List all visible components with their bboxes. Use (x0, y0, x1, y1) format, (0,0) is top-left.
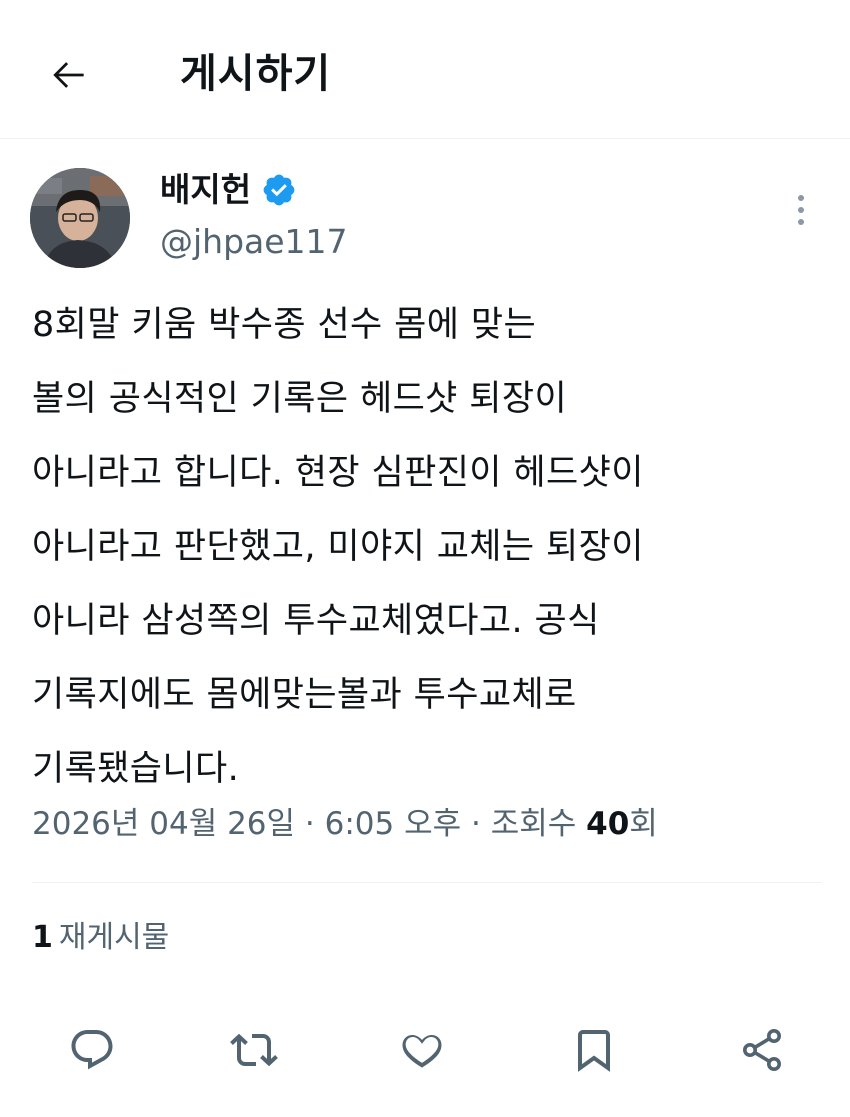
retweet-icon (230, 1033, 278, 1067)
tweet-text: 8회말 키움 박수종 선수 몸에 맞는 볼의 공식적인 기록은 헤드샷 퇴장이 … (32, 288, 822, 806)
reposts-link[interactable]: 1 재게시물 (32, 914, 169, 962)
tweet-text-line: 8회말 키움 박수종 선수 몸에 맞는 (32, 305, 537, 345)
tweet-text-line: 아니라 삼성쪽의 투수교체였다고. 공식 (32, 601, 600, 641)
author-name-row[interactable]: 배지헌 (160, 168, 297, 212)
tweet-date: 2026년 04월 26일 (32, 806, 296, 842)
tweet-text-line: 기록됐습니다. (32, 749, 240, 789)
meta-divider (32, 882, 822, 883)
tweet-text-line: 볼의 공식적인 기록은 헤드샷 퇴장이 (32, 379, 568, 419)
bookmark-button[interactable] (566, 1022, 622, 1078)
views-label: 조회수 (490, 806, 577, 842)
like-button[interactable] (394, 1022, 450, 1078)
tweet-meta: 2026년 04월 26일 · 6:05 오후 · 조회수 40회 (32, 800, 658, 848)
author-name: 배지헌 (160, 170, 252, 209)
meta-separator: · (461, 806, 491, 842)
meta-separator: · (295, 806, 325, 842)
retweet-button[interactable] (226, 1022, 282, 1078)
share-icon (743, 1029, 781, 1071)
more-vertical-icon (798, 195, 804, 225)
tweet-time: 6:05 오후 (324, 806, 462, 842)
views-unit: 회 (629, 806, 658, 842)
page-title: 게시하기 (180, 51, 332, 97)
top-app-bar: 게시하기 (0, 0, 850, 140)
reposts-count: 1 (32, 920, 53, 955)
reply-icon (71, 1030, 113, 1070)
reply-button[interactable] (64, 1022, 120, 1078)
author-handle[interactable]: @jhpae117 (160, 220, 348, 264)
share-button[interactable] (734, 1022, 790, 1078)
header-divider (0, 138, 850, 139)
views-count: 40 (586, 806, 630, 842)
heart-icon (402, 1034, 442, 1068)
arrow-left-icon (53, 62, 84, 88)
avatar-photo (30, 168, 130, 268)
more-options-button[interactable] (782, 188, 820, 232)
tweet-text-line: 아니라고 합니다. 현장 심판진이 헤드샷이 (32, 453, 644, 493)
tweet-text-line: 아니라고 판단했고, 미야지 교체는 퇴장이 (32, 527, 644, 567)
reposts-label: 재게시물 (58, 920, 170, 955)
back-button[interactable] (36, 42, 102, 108)
actions-divider (32, 990, 822, 991)
bookmark-icon (578, 1030, 610, 1072)
tweet-text-line: 기록지에도 몸에맞는볼과 투수교체로 (32, 675, 577, 715)
verified-badge-icon (263, 174, 295, 206)
avatar[interactable] (30, 168, 130, 268)
